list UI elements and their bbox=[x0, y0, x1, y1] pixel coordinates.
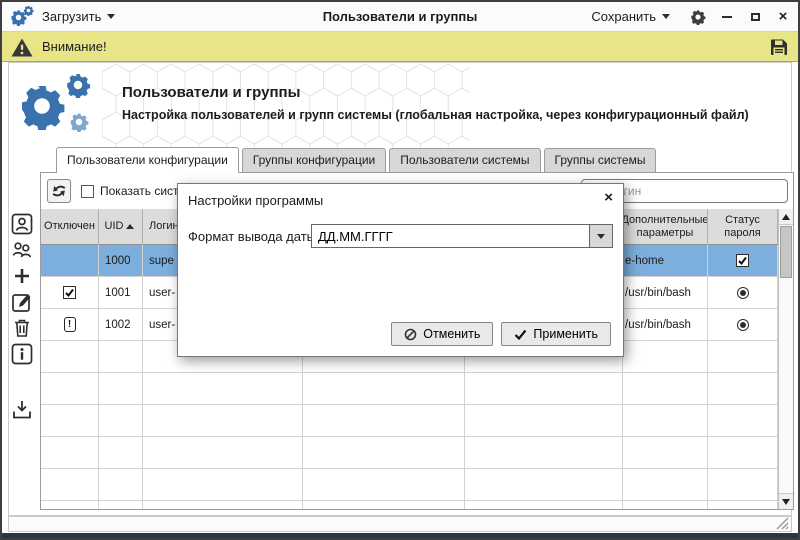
export-button[interactable] bbox=[10, 398, 34, 422]
triangle-down-icon bbox=[782, 499, 790, 505]
checkbox-box[interactable] bbox=[81, 185, 94, 198]
resize-grip[interactable] bbox=[775, 516, 789, 530]
titlebar: Загрузить Пользователи и группы Сохранит… bbox=[2, 2, 798, 32]
scroll-up-button[interactable] bbox=[779, 209, 793, 225]
save-file-icon[interactable] bbox=[768, 36, 790, 58]
tab-config-groups[interactable]: Группы конфигурации bbox=[242, 148, 386, 172]
download-icon bbox=[10, 398, 34, 422]
cell-extra: /usr/bin/bash bbox=[623, 309, 708, 341]
header-disabled[interactable]: Отключен bbox=[41, 209, 99, 245]
empty-row bbox=[41, 373, 778, 405]
maximize-button[interactable] bbox=[748, 9, 762, 25]
cell-status bbox=[708, 309, 778, 341]
user-icon bbox=[10, 212, 34, 236]
warning-triangle-icon bbox=[10, 36, 34, 58]
empty-row bbox=[41, 501, 778, 509]
users-icon bbox=[10, 238, 34, 262]
delete-button[interactable] bbox=[10, 316, 34, 340]
empty-row bbox=[41, 437, 778, 469]
partial-lock-icon: ! bbox=[64, 317, 76, 332]
chevron-down-icon bbox=[107, 14, 115, 19]
radio-selected-icon bbox=[737, 319, 749, 331]
plus-icon bbox=[10, 264, 34, 288]
maximize-icon bbox=[751, 13, 760, 21]
check-icon bbox=[514, 328, 527, 341]
settings-gear-icon[interactable] bbox=[690, 9, 706, 25]
checkbox-checked-icon bbox=[736, 254, 749, 267]
header-password-status[interactable]: Статус пароля bbox=[708, 209, 778, 245]
date-format-label: Формат вывода даты: bbox=[188, 229, 320, 244]
header-uid[interactable]: UID bbox=[99, 209, 143, 245]
info-icon bbox=[10, 342, 34, 366]
load-menu-button[interactable]: Загрузить bbox=[36, 6, 121, 27]
cell-extra: /usr/bin/bash bbox=[623, 277, 708, 309]
info-button[interactable] bbox=[10, 342, 34, 366]
vertical-scrollbar[interactable] bbox=[778, 209, 793, 509]
cancel-icon bbox=[404, 328, 417, 341]
bottom-strip bbox=[2, 533, 798, 538]
apply-button[interactable]: Применить bbox=[501, 322, 611, 346]
users-groups-app-icon bbox=[18, 72, 104, 138]
cell-uid: 1001 bbox=[99, 277, 143, 309]
cell-uid: 1000 bbox=[99, 245, 143, 277]
load-menu-label: Загрузить bbox=[42, 9, 101, 24]
chevron-down-icon bbox=[662, 14, 670, 19]
tab-system-groups[interactable]: Группы системы bbox=[544, 148, 657, 172]
tab-system-users[interactable]: Пользователи системы bbox=[389, 148, 540, 172]
settings-dialog: Настройки программы × Формат вывода даты… bbox=[177, 183, 624, 357]
tab-bar: Пользователи конфигурации Группы конфигу… bbox=[56, 148, 656, 172]
trash-icon bbox=[10, 316, 34, 340]
cell-disabled bbox=[41, 245, 99, 277]
sort-asc-icon bbox=[126, 224, 134, 229]
combo-dropdown-button[interactable] bbox=[589, 225, 612, 247]
scrollbar-thumb[interactable] bbox=[780, 226, 792, 278]
status-bar bbox=[8, 516, 792, 532]
minimize-icon bbox=[722, 16, 732, 18]
cell-status bbox=[708, 277, 778, 309]
header-extra[interactable]: Дополнительные параметры bbox=[623, 209, 708, 245]
cell-disabled: ! bbox=[41, 309, 99, 341]
minimize-button[interactable] bbox=[720, 9, 734, 25]
empty-row bbox=[41, 469, 778, 501]
warning-bar: Внимание! bbox=[2, 32, 798, 62]
warning-text: Внимание! bbox=[42, 39, 107, 54]
chevron-down-icon bbox=[597, 234, 605, 239]
pencil-icon bbox=[10, 290, 34, 314]
date-format-value[interactable] bbox=[312, 225, 589, 247]
cell-extra: e-home bbox=[623, 245, 708, 277]
page-title: Пользователи и группы bbox=[122, 84, 300, 101]
app-logo-gears-icon bbox=[10, 5, 36, 29]
cell-disabled bbox=[41, 277, 99, 309]
search-input[interactable] bbox=[607, 183, 781, 199]
edit-button[interactable] bbox=[10, 290, 34, 314]
close-button[interactable]: × bbox=[776, 9, 790, 25]
refresh-button[interactable] bbox=[47, 179, 71, 203]
date-format-select[interactable] bbox=[311, 224, 613, 248]
empty-row bbox=[41, 405, 778, 437]
app-window: Загрузить Пользователи и группы Сохранит… bbox=[0, 0, 800, 540]
tab-config-users[interactable]: Пользователи конфигурации bbox=[56, 147, 239, 173]
checkbox-checked-icon bbox=[63, 286, 76, 299]
triangle-up-icon bbox=[782, 214, 790, 220]
add-button[interactable] bbox=[10, 264, 34, 288]
dialog-buttons: Отменить Применить bbox=[391, 322, 611, 346]
save-menu-label: Сохранить bbox=[591, 9, 656, 24]
radio-selected-icon bbox=[737, 287, 749, 299]
dialog-title: Настройки программы bbox=[188, 193, 323, 208]
dialog-close-button[interactable]: × bbox=[604, 190, 613, 205]
user-button[interactable] bbox=[10, 212, 34, 236]
cell-status bbox=[708, 245, 778, 277]
cancel-button[interactable]: Отменить bbox=[391, 322, 493, 346]
save-menu-button[interactable]: Сохранить bbox=[585, 6, 676, 27]
hexagon-pattern bbox=[102, 64, 470, 148]
page-subtitle: Настройка пользователей и групп системы … bbox=[122, 108, 749, 122]
cell-uid: 1002 bbox=[99, 309, 143, 341]
scroll-down-button[interactable] bbox=[779, 493, 793, 509]
refresh-icon bbox=[51, 183, 67, 199]
group-button[interactable] bbox=[10, 238, 34, 262]
